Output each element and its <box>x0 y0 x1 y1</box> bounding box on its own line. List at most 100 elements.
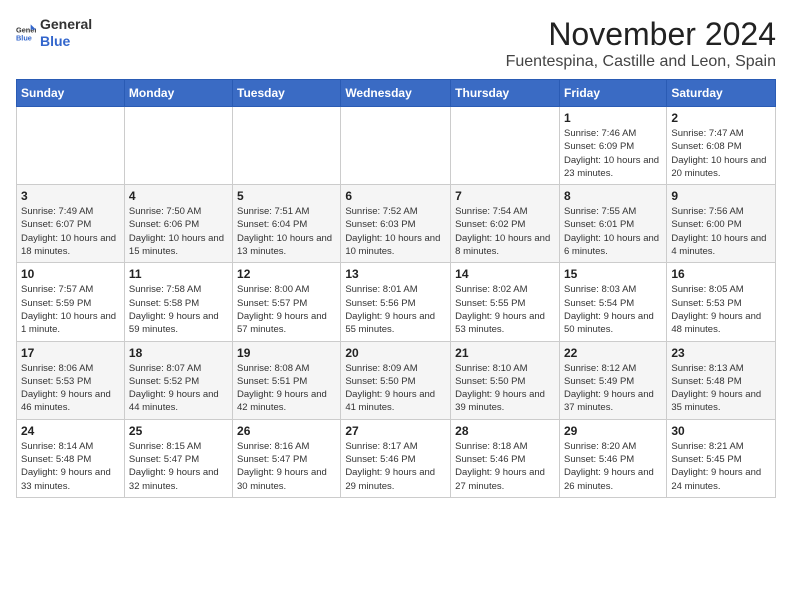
calendar-cell <box>341 107 451 185</box>
day-number: 5 <box>237 189 336 203</box>
day-info: Sunrise: 8:06 AMSunset: 5:53 PMDaylight:… <box>21 362 120 415</box>
day-number: 18 <box>129 346 228 360</box>
day-info: Sunrise: 7:55 AMSunset: 6:01 PMDaylight:… <box>564 205 662 258</box>
weekday-header-row: SundayMondayTuesdayWednesdayThursdayFrid… <box>17 80 776 107</box>
calendar-cell: 14Sunrise: 8:02 AMSunset: 5:55 PMDayligh… <box>451 263 560 341</box>
calendar-cell: 29 Sunrise: 8:20 AMSunset: 5:46 PMDayligh… <box>559 419 666 497</box>
day-info: Sunrise: 7:51 AMSunset: 6:04 PMDaylight:… <box>237 205 336 258</box>
calendar-cell: 23Sunrise: 8:13 AMSunset: 5:48 PMDayligh… <box>667 341 776 419</box>
logo: General Blue General Blue <box>16 16 92 50</box>
calendar-cell: 20 Sunrise: 8:09 AMSunset: 5:50 PMDayligh… <box>341 341 451 419</box>
day-number: 15 <box>564 267 662 281</box>
day-number: 22 <box>564 346 662 360</box>
weekday-header-sunday: Sunday <box>17 80 125 107</box>
day-info: Sunrise: 8:18 AMSunset: 5:46 PMDaylight:… <box>455 440 555 493</box>
calendar-header: SundayMondayTuesdayWednesdayThursdayFrid… <box>17 80 776 107</box>
calendar-cell <box>451 107 560 185</box>
calendar-cell <box>124 107 232 185</box>
calendar-cell: 19 Sunrise: 8:08 AMSunset: 5:51 PMDayligh… <box>233 341 341 419</box>
calendar-cell: 18 Sunrise: 8:07 AMSunset: 5:52 PMDayligh… <box>124 341 232 419</box>
day-info: Sunrise: 7:50 AMSunset: 6:06 PMDaylight:… <box>129 205 228 258</box>
calendar-cell: 2Sunrise: 7:47 AMSunset: 6:08 PMDaylight… <box>667 107 776 185</box>
calendar-week-row: 10Sunrise: 7:57 AMSunset: 5:59 PMDayligh… <box>17 263 776 341</box>
calendar-cell: 1 Sunrise: 7:46 AMSunset: 6:09 PMDaylight… <box>559 107 666 185</box>
day-number: 4 <box>129 189 228 203</box>
calendar-cell: 17Sunrise: 8:06 AMSunset: 5:53 PMDayligh… <box>17 341 125 419</box>
calendar-cell <box>233 107 341 185</box>
calendar-cell: 28 Sunrise: 8:18 AMSunset: 5:46 PMDayligh… <box>451 419 560 497</box>
day-info: Sunrise: 8:17 AMSunset: 5:46 PMDaylight:… <box>345 440 446 493</box>
day-info: Sunrise: 8:21 AMSunset: 5:45 PMDaylight:… <box>671 440 771 493</box>
day-info: Sunrise: 8:09 AMSunset: 5:50 PMDaylight:… <box>345 362 446 415</box>
day-number: 29 <box>564 424 662 438</box>
calendar-table: SundayMondayTuesdayWednesdayThursdayFrid… <box>16 79 776 498</box>
calendar-week-row: 1 Sunrise: 7:46 AMSunset: 6:09 PMDaylight… <box>17 107 776 185</box>
day-number: 30 <box>671 424 771 438</box>
day-number: 23 <box>671 346 771 360</box>
calendar-cell: 12Sunrise: 8:00 AMSunset: 5:57 PMDayligh… <box>233 263 341 341</box>
weekday-header-saturday: Saturday <box>667 80 776 107</box>
day-number: 13 <box>345 267 446 281</box>
calendar-cell: 13Sunrise: 8:01 AMSunset: 5:56 PMDayligh… <box>341 263 451 341</box>
calendar-cell: 25 Sunrise: 8:15 AMSunset: 5:47 PMDayligh… <box>124 419 232 497</box>
month-title: November 2024 <box>506 16 776 53</box>
calendar-cell: 22 Sunrise: 8:12 AMSunset: 5:49 PMDayligh… <box>559 341 666 419</box>
day-info: Sunrise: 8:05 AMSunset: 5:53 PMDaylight:… <box>671 283 771 336</box>
weekday-header-tuesday: Tuesday <box>233 80 341 107</box>
calendar-week-row: 3Sunrise: 7:49 AMSunset: 6:07 PMDaylight… <box>17 185 776 263</box>
day-info: Sunrise: 8:00 AMSunset: 5:57 PMDaylight:… <box>237 283 336 336</box>
day-number: 11 <box>129 267 228 281</box>
calendar-week-row: 17Sunrise: 8:06 AMSunset: 5:53 PMDayligh… <box>17 341 776 419</box>
day-number: 9 <box>671 189 771 203</box>
calendar-cell: 3Sunrise: 7:49 AMSunset: 6:07 PMDaylight… <box>17 185 125 263</box>
day-info: Sunrise: 8:20 AMSunset: 5:46 PMDaylight:… <box>564 440 662 493</box>
day-info: Sunrise: 7:58 AMSunset: 5:58 PMDaylight:… <box>129 283 228 336</box>
logo-general: General <box>40 16 92 33</box>
day-number: 27 <box>345 424 446 438</box>
day-info: Sunrise: 8:08 AMSunset: 5:51 PMDaylight:… <box>237 362 336 415</box>
calendar-cell: 8 Sunrise: 7:55 AMSunset: 6:01 PMDaylight… <box>559 185 666 263</box>
calendar-cell <box>17 107 125 185</box>
day-info: Sunrise: 8:14 AMSunset: 5:48 PMDaylight:… <box>21 440 120 493</box>
weekday-header-wednesday: Wednesday <box>341 80 451 107</box>
day-number: 19 <box>237 346 336 360</box>
calendar-body: 1 Sunrise: 7:46 AMSunset: 6:09 PMDaylight… <box>17 107 776 498</box>
weekday-header-monday: Monday <box>124 80 232 107</box>
day-info: Sunrise: 8:16 AMSunset: 5:47 PMDaylight:… <box>237 440 336 493</box>
day-number: 7 <box>455 189 555 203</box>
day-info: Sunrise: 8:15 AMSunset: 5:47 PMDaylight:… <box>129 440 228 493</box>
day-number: 16 <box>671 267 771 281</box>
calendar-cell: 26Sunrise: 8:16 AMSunset: 5:47 PMDayligh… <box>233 419 341 497</box>
calendar-cell: 15 Sunrise: 8:03 AMSunset: 5:54 PMDayligh… <box>559 263 666 341</box>
day-number: 25 <box>129 424 228 438</box>
day-number: 6 <box>345 189 446 203</box>
day-info: Sunrise: 7:52 AMSunset: 6:03 PMDaylight:… <box>345 205 446 258</box>
day-info: Sunrise: 7:54 AMSunset: 6:02 PMDaylight:… <box>455 205 555 258</box>
weekday-header-thursday: Thursday <box>451 80 560 107</box>
day-number: 8 <box>564 189 662 203</box>
day-info: Sunrise: 7:57 AMSunset: 5:59 PMDaylight:… <box>21 283 120 336</box>
day-info: Sunrise: 7:46 AMSunset: 6:09 PMDaylight:… <box>564 127 662 180</box>
calendar-cell: 10Sunrise: 7:57 AMSunset: 5:59 PMDayligh… <box>17 263 125 341</box>
day-info: Sunrise: 8:07 AMSunset: 5:52 PMDaylight:… <box>129 362 228 415</box>
title-area: November 2024 Fuentespina, Castille and … <box>506 16 776 71</box>
day-number: 14 <box>455 267 555 281</box>
header: General Blue General Blue November 2024 … <box>16 16 776 71</box>
day-info: Sunrise: 8:10 AMSunset: 5:50 PMDaylight:… <box>455 362 555 415</box>
calendar-cell: 11 Sunrise: 7:58 AMSunset: 5:58 PMDayligh… <box>124 263 232 341</box>
calendar-cell: 21Sunrise: 8:10 AMSunset: 5:50 PMDayligh… <box>451 341 560 419</box>
calendar-cell: 6 Sunrise: 7:52 AMSunset: 6:03 PMDaylight… <box>341 185 451 263</box>
day-info: Sunrise: 8:12 AMSunset: 5:49 PMDaylight:… <box>564 362 662 415</box>
calendar-cell: 9Sunrise: 7:56 AMSunset: 6:00 PMDaylight… <box>667 185 776 263</box>
day-number: 24 <box>21 424 120 438</box>
logo-icon: General Blue <box>16 23 36 43</box>
day-info: Sunrise: 8:03 AMSunset: 5:54 PMDaylight:… <box>564 283 662 336</box>
logo-blue: Blue <box>40 33 92 50</box>
day-number: 2 <box>671 111 771 125</box>
day-number: 20 <box>345 346 446 360</box>
location-title: Fuentespina, Castille and Leon, Spain <box>506 53 776 71</box>
calendar-cell: 4 Sunrise: 7:50 AMSunset: 6:06 PMDaylight… <box>124 185 232 263</box>
day-number: 1 <box>564 111 662 125</box>
calendar-cell: 16 Sunrise: 8:05 AMSunset: 5:53 PMDayligh… <box>667 263 776 341</box>
day-number: 28 <box>455 424 555 438</box>
